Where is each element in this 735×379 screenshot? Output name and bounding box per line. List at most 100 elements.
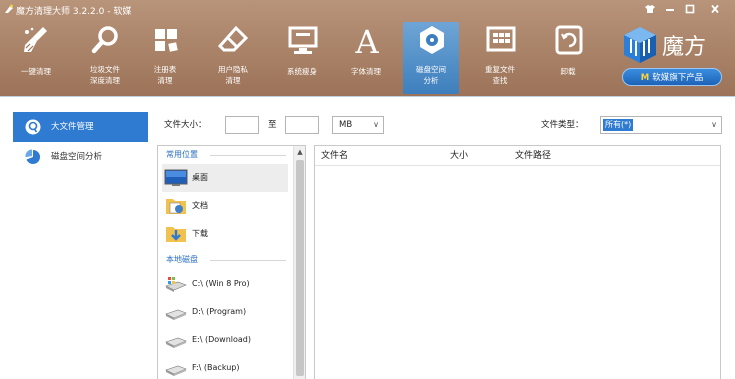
tool-label: 字体清理: [351, 67, 381, 76]
tool-label: 一键清理: [21, 67, 51, 76]
duplicate-files-icon: [486, 26, 516, 52]
svg-text:A: A: [354, 24, 379, 56]
drive-label: D:\ (Program): [192, 307, 247, 316]
tool-privacy-clean[interactable]: 用户隐私 清理: [205, 22, 261, 94]
registry-cubes-icon: [155, 29, 178, 52]
nav-item-large-files[interactable]: 大文件管理: [13, 112, 148, 142]
location-desktop[interactable]: 桌面: [162, 164, 288, 192]
tool-label-text: 垃圾文件 深度清理: [90, 65, 120, 85]
hard-drive-icon: [165, 337, 187, 348]
close-icon[interactable]: [706, 2, 724, 16]
chevron-down-icon: ∨: [711, 120, 717, 129]
tool-label-text: 用户隐私 清理: [218, 65, 248, 85]
drive-c[interactable]: C:\ (Win 8 Pro): [162, 270, 288, 298]
drive-label: E:\ (Download): [192, 335, 251, 344]
tool-label-text: 注册表 清理: [153, 65, 177, 85]
tool-uninstall[interactable]: 卸载: [540, 22, 596, 94]
size-unit-value: MB: [339, 120, 353, 130]
tool-label: 用户隐私 清理: [205, 64, 261, 86]
hard-drive-icon: [165, 365, 187, 376]
location-label: 下载: [192, 229, 208, 238]
disk-analysis-icon: [420, 26, 444, 54]
tool-system-slim[interactable]: 系统瘦身: [274, 22, 330, 94]
tool-disk-analysis[interactable]: 磁盘空间 分析: [403, 22, 459, 94]
title-bar: 魔方清理大师 3.2.2.0 - 软媒: [0, 0, 735, 20]
tool-label: 磁盘空间 分析: [403, 64, 459, 86]
minimize-icon[interactable]: [661, 2, 679, 16]
to-label: 至: [268, 120, 277, 130]
tool-label: 重复文件 查找: [472, 64, 528, 86]
content-area: 大文件管理 磁盘空间分析 文件大小： 至 MB ∨ 文件类型： 所有(*) ∨ …: [0, 96, 735, 379]
recycle-bin-icon: [555, 25, 583, 55]
section-divider: [210, 260, 286, 261]
size-min-input[interactable]: [225, 116, 259, 134]
section-local-disks: 本地磁盘: [166, 255, 198, 264]
nav-label: 大文件管理: [51, 122, 94, 132]
size-label: 文件大小：: [164, 120, 207, 130]
drive-label: F:\ (Backup): [192, 363, 240, 372]
eraser-icon: [218, 25, 249, 52]
size-max-input[interactable]: [285, 116, 319, 134]
tool-registry-clean[interactable]: 注册表 清理: [137, 22, 193, 94]
window-title: 魔方清理大师 3.2.2.0 - 软媒: [16, 7, 132, 17]
tool-label-text: 重复文件 查找: [485, 65, 515, 85]
tool-duplicate-find[interactable]: 重复文件 查找: [472, 22, 528, 94]
hard-drive-icon: [165, 309, 187, 320]
drive-d[interactable]: D:\ (Program): [162, 298, 288, 326]
magnify-circle-icon: [25, 119, 41, 135]
drive-f[interactable]: F:\ (Backup): [162, 354, 288, 379]
system-drive-icon: [165, 277, 187, 292]
tool-label-text: 磁盘空间 分析: [416, 65, 446, 85]
file-list-header: 文件名 大小 文件路径: [315, 146, 720, 166]
chevron-down-icon: ∨: [373, 120, 379, 129]
broom-icon: [24, 27, 47, 52]
desktop-icon: [164, 169, 188, 186]
download-folder-icon: [166, 227, 186, 242]
documents-folder-icon: [166, 199, 186, 214]
nav-item-disk-analysis[interactable]: 磁盘空间分析: [13, 142, 148, 172]
tool-label: 注册表 清理: [137, 64, 193, 86]
app-logo-icon: [5, 4, 13, 13]
top-toolbar-area: 魔方清理大师 3.2.2.0 - 软媒 一键清理 垃圾文件 深度清理 注册表 清…: [0, 0, 735, 96]
brand-logo: 魔方: [620, 25, 730, 65]
location-downloads[interactable]: 下载: [162, 220, 288, 248]
drive-e[interactable]: E:\ (Download): [162, 326, 288, 354]
column-file-path[interactable]: 文件路径: [515, 146, 551, 166]
tool-font-clean[interactable]: A 字体清理: [338, 22, 394, 94]
nav-label: 磁盘空间分析: [51, 152, 103, 162]
side-nav: 大文件管理 磁盘空间分析: [13, 112, 148, 379]
monitor-icon: [288, 26, 318, 54]
file-list: 文件名 大小 文件路径: [314, 145, 721, 379]
column-size[interactable]: 大小: [450, 146, 468, 166]
skin-icon[interactable]: [641, 2, 659, 16]
tool-label: 卸载: [560, 67, 576, 76]
size-unit-select[interactable]: MB ∨: [332, 116, 384, 134]
scroll-thumb[interactable]: [296, 160, 304, 376]
file-type-value: 所有(*): [603, 119, 634, 131]
magnifier-icon: [91, 26, 118, 54]
location-label: 桌面: [192, 173, 208, 182]
location-tree: 常用位置 桌面 文档 下载 本地磁盘 C:\ (Win 8 Pro) D:\ (…: [157, 145, 306, 379]
maximize-icon[interactable]: [681, 2, 699, 16]
pie-chart-icon: [25, 149, 41, 164]
tool-label: 系统瘦身: [287, 67, 317, 76]
drive-label: C:\ (Win 8 Pro): [192, 279, 250, 288]
file-type-label: 文件类型：: [541, 120, 584, 130]
tool-one-click-clean[interactable]: 一键清理: [8, 22, 64, 94]
scroll-up-icon[interactable]: ▲: [294, 146, 305, 158]
location-scrollbar[interactable]: ▲: [293, 146, 305, 379]
brand-badge-letter: M: [640, 73, 650, 83]
file-type-select[interactable]: 所有(*) ∨: [600, 116, 722, 134]
brand-name: 魔方: [662, 35, 707, 60]
column-file-name[interactable]: 文件名: [321, 146, 348, 166]
app-window: 魔方清理大师 3.2.2.0 - 软媒 一键清理 垃圾文件 深度清理 注册表 清…: [0, 0, 735, 379]
brand-badge[interactable]: M 软媒旗下产品: [622, 68, 722, 86]
font-a-icon: A: [354, 24, 379, 56]
section-common-places: 常用位置: [166, 150, 198, 159]
location-documents[interactable]: 文档: [162, 192, 288, 220]
brand-badge-text: 软媒旗下产品: [652, 73, 704, 83]
location-label: 文档: [192, 201, 208, 210]
tool-label: 垃圾文件 深度清理: [77, 64, 133, 86]
section-divider: [210, 155, 286, 156]
tool-junk-deep-clean[interactable]: 垃圾文件 深度清理: [77, 22, 133, 94]
